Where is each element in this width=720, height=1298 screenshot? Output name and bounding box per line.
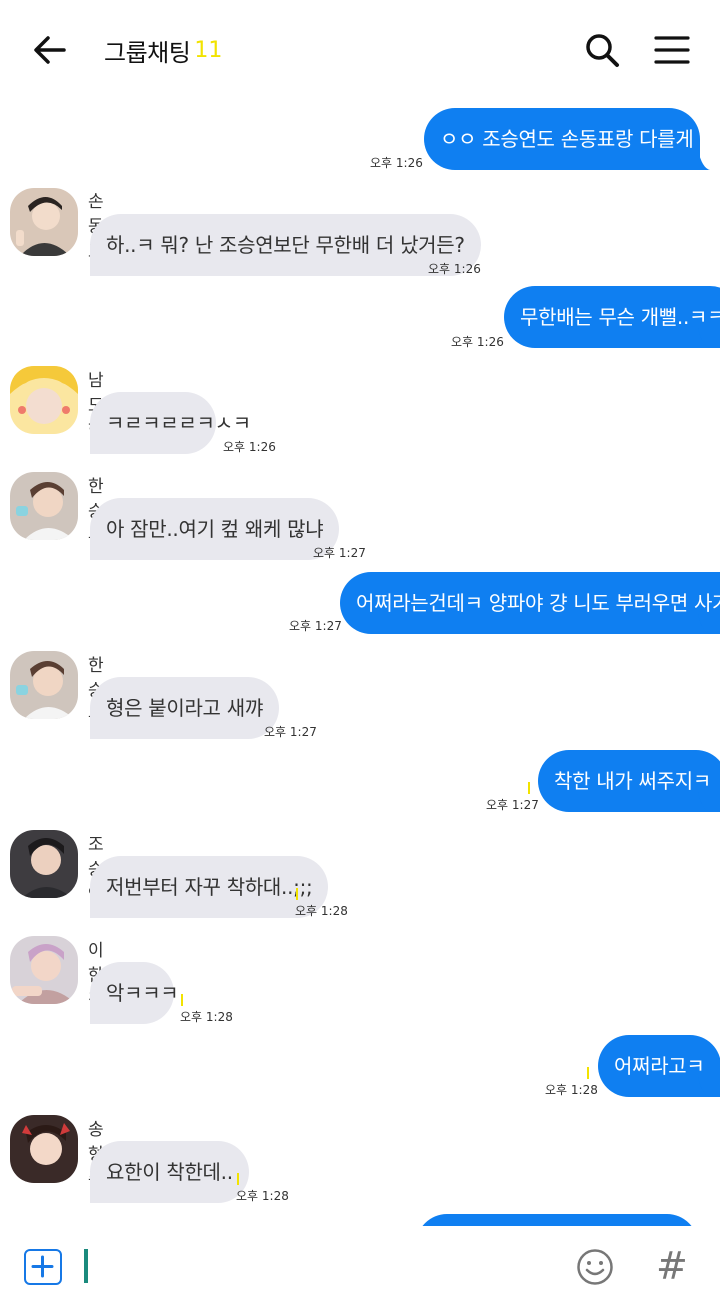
bubble-tail: [90, 256, 102, 276]
bubble-tail: [698, 150, 710, 170]
message-bubble[interactable]: 악ㅋㅋㅋ: [90, 962, 179, 1024]
bubble-tail: [90, 434, 102, 454]
message-bubble[interactable]: 착한 내가 써주지ㅋ: [538, 750, 720, 812]
avatar[interactable]: [10, 1115, 78, 1183]
message-time: 오후 1:28: [295, 904, 348, 918]
unread-marker: [528, 782, 530, 794]
bubble-tail: [90, 1004, 102, 1024]
bubble-tail: [90, 1183, 102, 1203]
message-bubble[interactable]: 요한이 착한데..: [90, 1141, 249, 1203]
unread-marker: [181, 994, 183, 1006]
unread-marker: [237, 1173, 239, 1185]
avatar[interactable]: [10, 366, 78, 434]
arrow-left-icon: [34, 36, 66, 64]
message-bubble[interactable]: 저번부터 자꾸 착하대..;;;: [90, 856, 329, 918]
search-button[interactable]: [580, 28, 624, 72]
message-list[interactable]: ㅇㅇ 조승연도 손동표랑 다를게 없네 오후 1:26 손동표 하..ㅋ 뭐? …: [0, 98, 720, 1226]
member-count: 11: [194, 37, 223, 63]
search-icon: [586, 34, 619, 67]
avatar[interactable]: [10, 830, 78, 898]
message-time: 오후 1:26: [223, 440, 276, 454]
add-attachment-button[interactable]: [24, 1249, 62, 1285]
message-bubble[interactable]: 아 잠만..여기 컾 왜케 많냐: [90, 498, 340, 560]
hamburger-menu-icon: [654, 36, 690, 64]
message-time: 오후 1:27: [486, 798, 539, 812]
smiley-icon: [577, 1249, 613, 1285]
bubble-tail: [90, 719, 102, 739]
message-time: 오후 1:27: [313, 546, 366, 560]
message-bubble-partial[interactable]: [416, 1214, 698, 1226]
message-bubble[interactable]: ㅇㅇ 조승연도 손동표랑 다를게 없네: [424, 108, 720, 170]
message-time: 오후 1:28: [236, 1189, 289, 1203]
bubble-tail: [698, 328, 710, 348]
chat-title-area[interactable]: 그룹채팅 11: [104, 30, 222, 70]
avatar[interactable]: [10, 651, 78, 719]
chat-title: 그룹채팅: [104, 38, 191, 67]
unread-marker: [296, 888, 298, 900]
message-time: 오후 1:26: [451, 335, 504, 349]
menu-button[interactable]: [650, 28, 694, 72]
emoji-button[interactable]: [576, 1248, 614, 1286]
avatar[interactable]: [10, 936, 78, 1004]
hash-icon: #: [656, 1244, 688, 1288]
bubble-tail: [698, 1077, 710, 1097]
message-bubble[interactable]: 어쩌라는건데ㅋ 양파야 걍 니도 부러우면 사겨ㅋ: [340, 572, 720, 634]
bubble-tail: [90, 898, 102, 918]
message-time: 오후 1:28: [180, 1010, 233, 1024]
hash-button[interactable]: #: [656, 1246, 688, 1286]
message-bubble[interactable]: 형은 붙이라고 새꺄: [90, 677, 279, 739]
chat-header: 그룹채팅 11: [0, 0, 720, 98]
message-bubble[interactable]: 무한배는 무슨 개뻘..ㅋㅋ: [504, 286, 720, 348]
back-button[interactable]: [28, 28, 72, 72]
plus-icon: [31, 1255, 54, 1278]
avatar[interactable]: [10, 188, 78, 256]
bubble-tail: [698, 792, 710, 812]
message-time: 오후 1:27: [289, 619, 342, 633]
bubble-tail: [698, 614, 710, 634]
message-time: 오후 1:27: [264, 725, 317, 739]
message-time: 오후 1:28: [545, 1083, 598, 1097]
message-bubble[interactable]: 하..ㅋ 뭐? 난 조승연보단 무한배 더 났거든?: [90, 214, 481, 276]
bubble-tail: [90, 540, 102, 560]
avatar[interactable]: [10, 472, 78, 540]
message-bubble[interactable]: ㅋㄹㅋㄹㄹㅋㅅㅋ: [90, 392, 251, 454]
message-input[interactable]: [84, 1249, 88, 1283]
unread-marker: [587, 1067, 589, 1079]
message-time: 오후 1:26: [370, 156, 423, 170]
message-time: 오후 1:26: [428, 262, 481, 276]
